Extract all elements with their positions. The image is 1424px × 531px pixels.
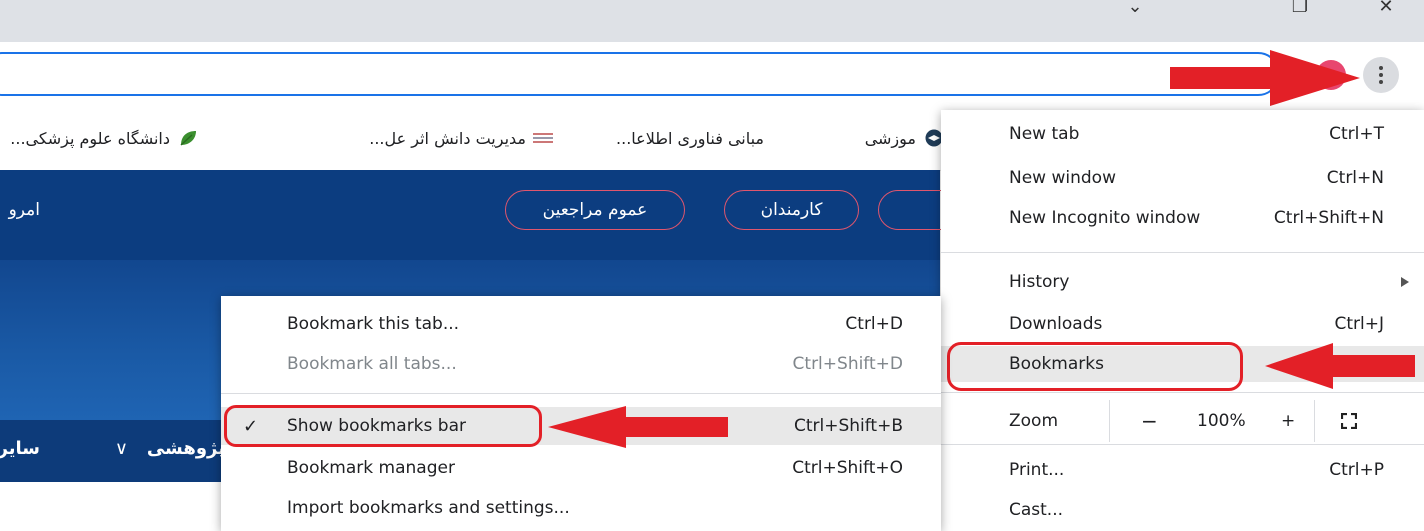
menu-item-bookmark-tab[interactable]: Bookmark this tab... Ctrl+D bbox=[221, 306, 941, 342]
menu-item-print[interactable]: Print... Ctrl+P bbox=[941, 452, 1424, 488]
close-icon[interactable]: ✕ bbox=[1376, 0, 1396, 18]
site-logo-icon bbox=[533, 129, 554, 147]
submenu-arrow-icon bbox=[1401, 277, 1409, 287]
menu-item-label: Cast... bbox=[1009, 500, 1064, 520]
bookmark-label: دانشگاه علوم پزشکی... bbox=[10, 128, 170, 148]
menu-item-shortcut: Ctrl+Shift+D bbox=[792, 354, 903, 374]
menu-item-shortcut: Ctrl+Shift+B bbox=[793, 416, 903, 436]
menu-item-new-window[interactable]: New window Ctrl+N bbox=[941, 160, 1424, 196]
sub-nav-other[interactable]: سایر م bbox=[0, 438, 40, 459]
minimize-icon[interactable]: ⌄ bbox=[1125, 0, 1145, 18]
menu-separator bbox=[941, 252, 1424, 253]
menu-item-new-incognito[interactable]: New Incognito window Ctrl+Shift+N bbox=[941, 200, 1424, 236]
annotation-arrow-menu bbox=[1170, 50, 1360, 106]
menu-item-zoom: Zoom − 100% + bbox=[941, 400, 1424, 442]
menu-item-shortcut: Ctrl+Shift+O bbox=[792, 458, 903, 478]
menu-item-label: New tab bbox=[1009, 124, 1080, 144]
annotation-arrow-show-bar bbox=[548, 406, 728, 448]
tl-logo-icon: تل bbox=[751, 129, 792, 148]
zoom-divider bbox=[1109, 400, 1110, 442]
menu-item-shortcut: Ctrl+D bbox=[845, 314, 903, 334]
nav-pill-public[interactable]: عموم مراجعین bbox=[505, 190, 685, 230]
menu-item-bookmark-manager[interactable]: Bookmark manager Ctrl+Shift+O bbox=[221, 450, 941, 486]
menu-item-label: Bookmark manager bbox=[287, 458, 455, 478]
chevron-down-icon: ∨ bbox=[114, 438, 128, 459]
menu-separator bbox=[221, 393, 941, 394]
menu-item-import-bookmarks[interactable]: Import bookmarks and settings... bbox=[221, 490, 941, 526]
menu-item-shortcut: Ctrl+P bbox=[1329, 460, 1384, 480]
bookmark-item[interactable]: تل مبانی فناوری اطلاعا... bbox=[616, 126, 792, 150]
bookmark-item[interactable]: دانشگاه علوم پزشکی... bbox=[10, 126, 198, 150]
annotation-oval-bookmarks bbox=[947, 342, 1243, 391]
zoom-out-button[interactable]: − bbox=[1141, 409, 1158, 433]
sub-nav-research[interactable]: پژوهشی bbox=[130, 438, 225, 459]
nav-pill-staff[interactable]: کارمندان bbox=[724, 190, 859, 230]
chrome-main-menu: New tab Ctrl+T New window Ctrl+N New Inc… bbox=[941, 110, 1424, 531]
bookmark-label: موزشی bbox=[864, 128, 916, 148]
menu-item-label: Bookmark all tabs... bbox=[287, 354, 457, 374]
menu-item-label: Print... bbox=[1009, 460, 1065, 480]
menu-item-shortcut: Ctrl+T bbox=[1329, 124, 1384, 144]
restore-icon[interactable]: ❐ bbox=[1290, 0, 1310, 18]
annotation-oval-show-bar bbox=[224, 405, 542, 447]
leaf-icon bbox=[178, 129, 198, 147]
annotation-arrow-bookmarks bbox=[1265, 343, 1415, 389]
title-bar: ⌄ ❐ ✕ bbox=[0, 0, 1424, 42]
address-bar[interactable] bbox=[0, 52, 1280, 96]
menu-item-label: New window bbox=[1009, 168, 1116, 188]
site-nav-bar: عموم مراجعین کارمندان یان امرو bbox=[0, 170, 968, 260]
menu-item-label: Bookmark this tab... bbox=[287, 314, 460, 334]
zoom-divider bbox=[1314, 400, 1315, 442]
bookmark-item[interactable]: موزشی bbox=[865, 126, 944, 150]
zoom-in-button[interactable]: + bbox=[1281, 411, 1295, 431]
menu-item-label: History bbox=[1009, 272, 1070, 292]
menu-item-shortcut: Ctrl+Shift+N bbox=[1273, 208, 1384, 228]
bookmark-label: مبانی فناوری اطلاعا... bbox=[616, 128, 764, 148]
menu-item-bookmark-all-tabs: Bookmark all tabs... Ctrl+Shift+D bbox=[221, 346, 941, 382]
three-dots-vertical-icon[interactable] bbox=[1363, 57, 1399, 93]
menu-item-shortcut: Ctrl+N bbox=[1326, 168, 1384, 188]
menu-separator bbox=[941, 444, 1424, 445]
menu-item-cast[interactable]: Cast... bbox=[941, 492, 1424, 528]
menu-item-downloads[interactable]: Downloads Ctrl+J bbox=[941, 306, 1424, 342]
menu-item-label: Downloads bbox=[1009, 314, 1103, 334]
zoom-level: 100% bbox=[1197, 411, 1246, 431]
menu-item-shortcut: Ctrl+J bbox=[1334, 314, 1384, 334]
nav-item-today[interactable]: امرو bbox=[0, 200, 40, 220]
menu-item-history[interactable]: History bbox=[941, 264, 1424, 300]
menu-item-new-tab[interactable]: New tab Ctrl+T bbox=[941, 116, 1424, 152]
fullscreen-icon[interactable] bbox=[1341, 413, 1357, 429]
menu-item-label: Zoom bbox=[1009, 411, 1059, 431]
menu-item-label: Import bookmarks and settings... bbox=[287, 498, 570, 518]
bookmark-label: مدیریت دانش اثر عل... bbox=[369, 128, 526, 148]
menu-item-label: New Incognito window bbox=[1009, 208, 1201, 228]
bookmark-item[interactable]: مدیریت دانش اثر عل... bbox=[369, 126, 554, 150]
menu-separator bbox=[941, 392, 1424, 393]
